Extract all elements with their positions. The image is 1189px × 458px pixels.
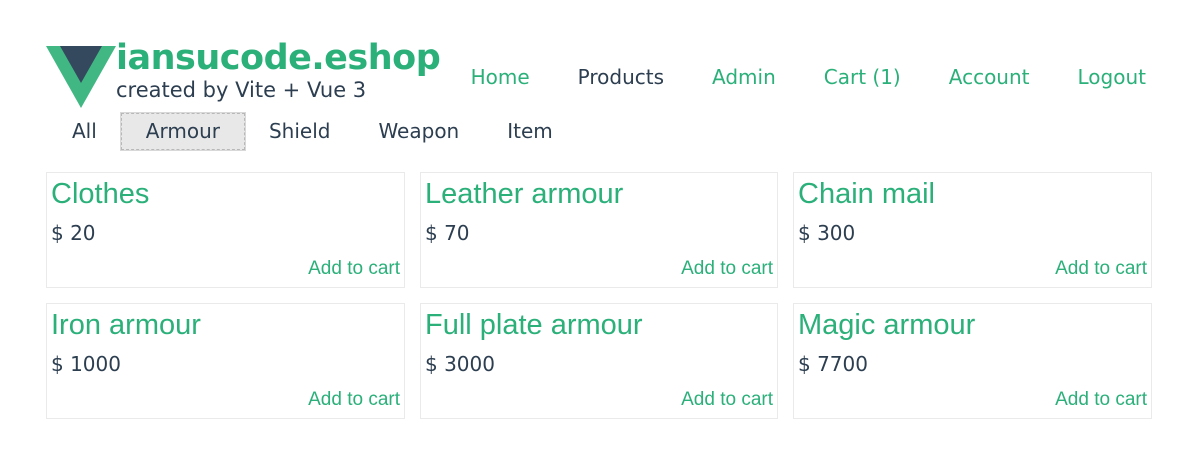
main-nav: Home Products Admin Cart (1) Account Log… <box>423 65 1146 89</box>
nav-home-link[interactable]: Home <box>471 65 530 89</box>
product-price: $ 1000 <box>51 352 121 376</box>
product-price: $ 7700 <box>798 352 868 376</box>
product-card: Full plate armour $ 3000 Add to cart <box>420 303 778 419</box>
product-card: Magic armour $ 7700 Add to cart <box>793 303 1152 419</box>
product-name[interactable]: Chain mail <box>798 178 935 211</box>
page: iansucode.eshop created by Vite + Vue 3 … <box>0 0 1189 458</box>
product-card: Leather armour $ 70 Add to cart <box>420 172 778 288</box>
add-to-cart-button[interactable]: Add to cart <box>681 389 773 411</box>
filter-item[interactable]: Item <box>483 114 577 149</box>
product-price: $ 3000 <box>425 352 495 376</box>
product-name[interactable]: Full plate armour <box>425 309 643 342</box>
product-card: Iron armour $ 1000 Add to cart <box>46 303 405 419</box>
product-name[interactable]: Iron armour <box>51 309 201 342</box>
nav-account-link[interactable]: Account <box>949 65 1030 89</box>
product-name[interactable]: Magic armour <box>798 309 975 342</box>
vue-logo-icon[interactable] <box>46 46 116 108</box>
category-filter: All Armour Shield Weapon Item <box>48 112 577 151</box>
add-to-cart-button[interactable]: Add to cart <box>681 258 773 280</box>
add-to-cart-button[interactable]: Add to cart <box>308 258 400 280</box>
filter-weapon[interactable]: Weapon <box>354 114 483 149</box>
product-grid: Clothes $ 20 Add to cart Leather armour … <box>46 172 1152 419</box>
product-price: $ 300 <box>798 221 856 245</box>
brand-subtitle: created by Vite + Vue 3 <box>116 78 367 102</box>
nav-admin-link[interactable]: Admin <box>712 65 776 89</box>
product-name[interactable]: Leather armour <box>425 178 623 211</box>
filter-armour[interactable]: Armour <box>119 112 246 151</box>
nav-products-link[interactable]: Products <box>578 65 664 89</box>
nav-logout-link[interactable]: Logout <box>1078 65 1146 89</box>
product-name[interactable]: Clothes <box>51 178 149 211</box>
add-to-cart-button[interactable]: Add to cart <box>1055 258 1147 280</box>
add-to-cart-button[interactable]: Add to cart <box>308 389 400 411</box>
add-to-cart-button[interactable]: Add to cart <box>1055 389 1147 411</box>
product-price: $ 70 <box>425 221 470 245</box>
brand-title[interactable]: iansucode.eshop <box>116 38 441 78</box>
product-card: Chain mail $ 300 Add to cart <box>793 172 1152 288</box>
filter-shield[interactable]: Shield <box>245 114 354 149</box>
nav-cart-link[interactable]: Cart (1) <box>824 65 901 89</box>
product-price: $ 20 <box>51 221 96 245</box>
product-card: Clothes $ 20 Add to cart <box>46 172 405 288</box>
header: iansucode.eshop created by Vite + Vue 3 … <box>46 38 1146 110</box>
filter-all[interactable]: All <box>48 114 121 149</box>
